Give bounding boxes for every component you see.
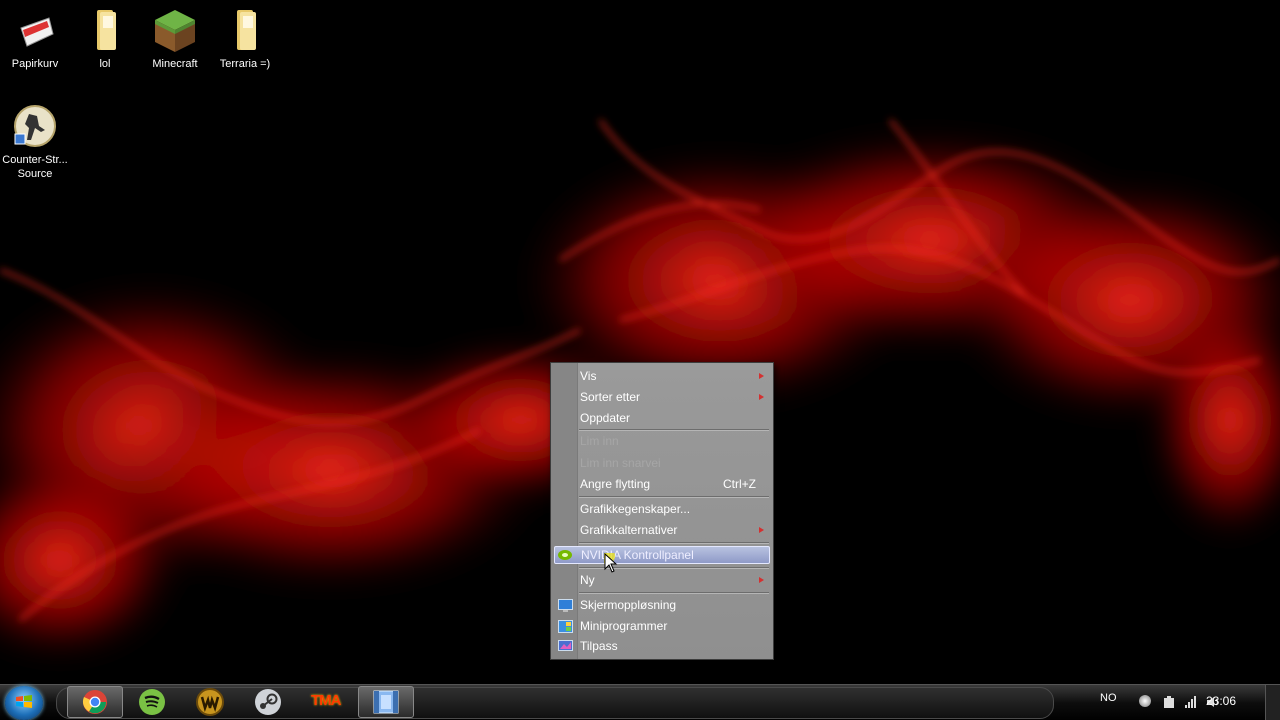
menu-item-miniprogrammer[interactable]: Miniprogrammer: [554, 616, 770, 636]
chrome-icon: [82, 690, 107, 714]
menu-item-shortcut: Ctrl+Z: [723, 477, 756, 491]
tray-app-icon[interactable]: [1139, 695, 1151, 707]
system-tray: NO 23:06: [1050, 684, 1280, 720]
menu-item-oppdater[interactable]: Oppdater: [554, 408, 770, 428]
recycle-bin-icon: [11, 8, 59, 54]
submenu-arrow-icon: [759, 527, 764, 533]
windows-logo-icon: [16, 695, 32, 708]
menu-item-label: Angre flytting: [580, 477, 651, 491]
steam-icon: [255, 689, 281, 715]
menu-item-label: Ny: [580, 573, 595, 587]
menu-item-label: Oppdater: [580, 411, 631, 425]
nvidia-icon: [557, 549, 572, 562]
start-button[interactable]: [5, 686, 43, 720]
menu-item-vis[interactable]: Vis: [554, 366, 770, 386]
display-icon: [558, 598, 573, 612]
menu-item-lim-inn-snarvei[interactable]: Lim inn snarvei: [554, 453, 770, 473]
counter-strike-icon: [11, 104, 59, 150]
taskbar-wow-button[interactable]: [183, 686, 237, 716]
menu-item-label: Skjermoppløsning: [580, 598, 677, 612]
menu-separator: [579, 592, 769, 594]
desktop-icon-label: Source: [17, 168, 53, 180]
folder-icon: [221, 8, 269, 54]
desktop-icon-counter-strike[interactable]: Counter-Str... Source: [0, 104, 71, 181]
network-icon[interactable]: [1184, 695, 1198, 709]
desktop-context-menu: Vis Sorter etter Oppdater Lim inn Lim in…: [550, 362, 774, 660]
world-of-warcraft-icon: [196, 688, 224, 716]
menu-item-label: Grafikkalternativer: [580, 523, 678, 537]
desktop-icon-lol-folder[interactable]: lol: [69, 8, 141, 71]
menu-separator: [579, 496, 769, 498]
menu-item-label: Miniprogrammer: [580, 619, 668, 633]
menu-item-label: Tilpass: [580, 639, 618, 653]
menu-item-angre-flytting[interactable]: Angre flytting Ctrl+Z: [554, 474, 770, 494]
mouse-cursor-icon: [604, 553, 618, 573]
menu-item-lim-inn[interactable]: Lim inn: [554, 431, 770, 451]
submenu-arrow-icon: [759, 577, 764, 583]
menu-item-grafikkalternativer[interactable]: Grafikkalternativer: [554, 520, 770, 540]
video-window-icon: [373, 690, 399, 714]
spotify-icon: [139, 689, 165, 715]
desktop-icon-label: lol: [99, 58, 111, 70]
submenu-arrow-icon: [759, 373, 764, 379]
personalize-icon: [558, 639, 573, 652]
desktop-icon-terraria-folder[interactable]: Terraria =): [209, 8, 281, 71]
gadgets-icon: [558, 619, 573, 633]
desktop-icon-label: Counter-Str...: [2, 154, 68, 166]
menu-item-sorter-etter[interactable]: Sorter etter: [554, 387, 770, 407]
battery-icon[interactable]: [1162, 695, 1176, 709]
desktop-icon-label: Terraria =): [219, 58, 271, 70]
show-desktop-button[interactable]: [1265, 685, 1280, 720]
menu-item-grafikkegenskaper[interactable]: Grafikkegenskaper...: [554, 499, 770, 519]
language-indicator[interactable]: NO: [1100, 692, 1117, 704]
menu-item-nvidia-kontrollpanel[interactable]: NVIDIA Kontrollpanel: [554, 546, 770, 564]
taskbar-tma-button[interactable]: TMA: [299, 686, 353, 716]
menu-item-skjermopplosning[interactable]: Skjermoppløsning: [554, 595, 770, 615]
menu-separator: [579, 542, 769, 544]
folder-icon: [81, 8, 129, 54]
menu-item-label: Lim inn snarvei: [580, 456, 661, 470]
menu-item-tilpass[interactable]: Tilpass: [554, 636, 770, 656]
submenu-arrow-icon: [759, 394, 764, 400]
desktop-icon-minecraft[interactable]: Minecraft: [139, 8, 211, 71]
menu-item-label: Vis: [580, 369, 597, 383]
menu-item-label: Lim inn: [580, 434, 619, 448]
desktop-icon-label: Minecraft: [152, 58, 198, 70]
menu-item-label: Sorter etter: [580, 390, 641, 404]
taskbar-video-button[interactable]: [358, 686, 414, 718]
taskbar-clock[interactable]: 23:06: [1206, 694, 1236, 708]
menu-item-label: NVIDIA Kontrollpanel: [581, 548, 694, 562]
tma-icon: TMA: [311, 692, 341, 709]
taskbar-steam-button[interactable]: [241, 686, 295, 716]
menu-item-label: Grafikkegenskaper...: [580, 502, 691, 516]
taskbar-spotify-button[interactable]: [125, 686, 179, 716]
menu-item-ny[interactable]: Ny: [554, 570, 770, 590]
desktop-icon-label: Papirkurv: [11, 58, 59, 70]
desktop-icon-recycle-bin[interactable]: Papirkurv: [0, 8, 71, 71]
taskbar-chrome-button[interactable]: [67, 686, 123, 718]
minecraft-icon: [151, 8, 199, 54]
